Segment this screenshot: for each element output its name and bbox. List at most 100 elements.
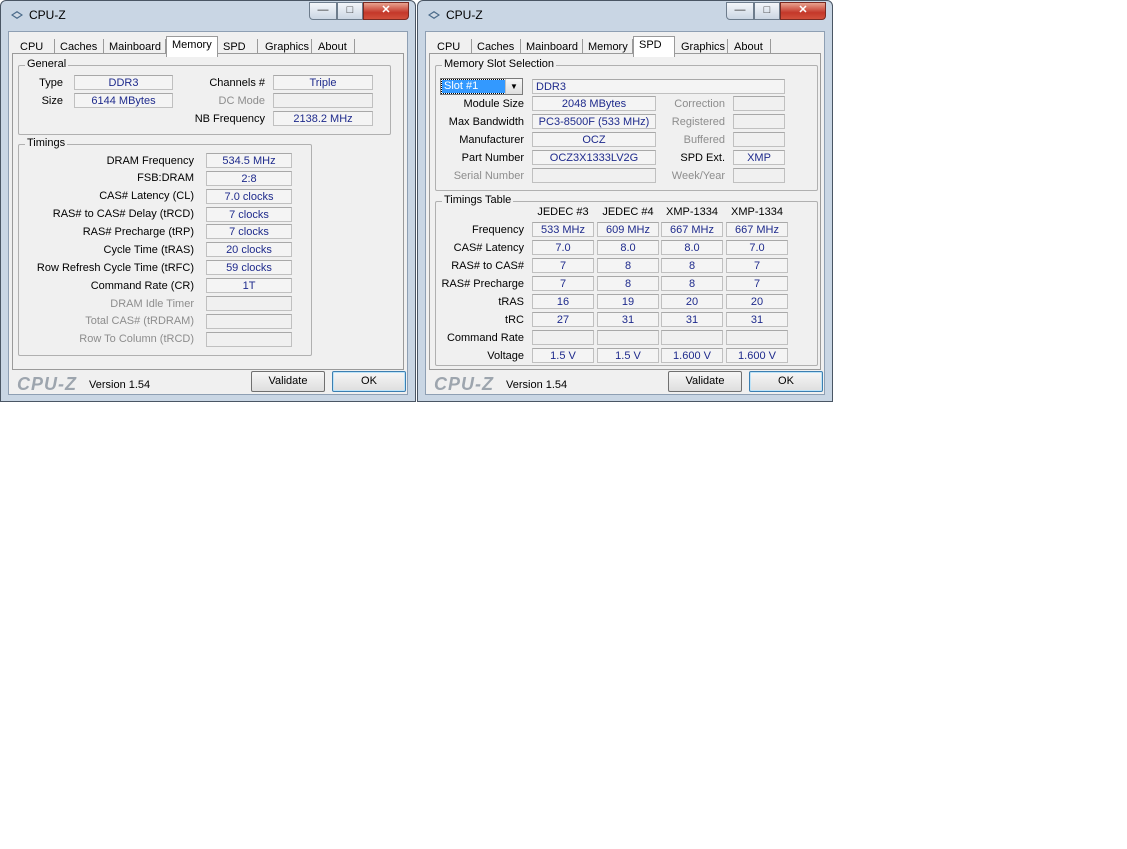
part-number-value: OCZ3X1333LV2G	[532, 150, 656, 165]
week-year-value	[733, 168, 785, 183]
timings-cell: 20	[726, 294, 788, 309]
close-button[interactable]: ✕	[780, 2, 826, 20]
title-bar[interactable]: CPU-Z — □ ✕	[418, 1, 832, 31]
chevron-down-icon[interactable]: ▼	[505, 79, 522, 94]
timing-value: 20 clocks	[206, 242, 292, 257]
cpuz-window-memory: CPU-Z — □ ✕ CPU Caches Mainboard Memory …	[0, 0, 416, 402]
timings-cell: 19	[597, 294, 659, 309]
timing-label: DRAM Idle Timer	[110, 298, 194, 310]
tab-memory[interactable]: Memory	[166, 36, 218, 57]
minimize-icon: —	[317, 4, 329, 16]
timing-value: 1T	[206, 278, 292, 293]
cpuz-brand-logo: CPU-Z	[17, 374, 77, 394]
type-value: DDR3	[74, 75, 173, 90]
memory-slot-group-label: Memory Slot Selection	[442, 58, 557, 70]
timings-row-label: Frequency	[472, 224, 524, 236]
dc-mode-label: DC Mode	[218, 95, 265, 107]
serial-number-value	[532, 168, 656, 183]
timings-group: Timings DRAM Frequency 534.5 MHz FSB:DRA…	[18, 137, 312, 356]
timing-label: Cycle Time (tRAS)	[103, 244, 194, 256]
size-label: Size	[41, 95, 63, 107]
timings-cell: 533 MHz	[532, 222, 594, 237]
timings-cell: 7	[726, 276, 788, 291]
dc-mode-value	[273, 93, 373, 108]
timing-label: Row To Column (tRCD)	[79, 333, 194, 345]
ok-button[interactable]: OK	[332, 371, 406, 392]
size-value: 6144 MBytes	[74, 93, 173, 108]
timings-column-header: XMP-1334	[666, 206, 718, 218]
memory-type-value: DDR3	[532, 79, 785, 94]
module-size-label: Module Size	[463, 98, 524, 110]
timings-cell: 667 MHz	[661, 222, 723, 237]
spd-ext-label: SPD Ext.	[680, 152, 725, 164]
type-label: Type	[39, 77, 63, 89]
title-bar[interactable]: CPU-Z — □ ✕	[1, 1, 415, 31]
timings-cell: 8	[661, 276, 723, 291]
timing-label: RAS# Precharge (tRP)	[82, 226, 194, 238]
validate-button[interactable]: Validate	[251, 371, 325, 392]
timing-label: DRAM Frequency	[106, 155, 194, 167]
timing-value: 59 clocks	[206, 260, 292, 275]
timings-row-label: CAS# Latency	[453, 242, 524, 254]
timings-cell: 31	[661, 312, 723, 327]
timings-column-header: XMP-1334	[731, 206, 783, 218]
registered-value	[733, 114, 785, 129]
channels-value: Triple	[273, 75, 373, 90]
minimize-button[interactable]: —	[726, 2, 754, 20]
timings-cell: 1.5 V	[532, 348, 594, 363]
correction-label: Correction	[674, 98, 725, 110]
module-size-value: 2048 MBytes	[532, 96, 656, 111]
timing-label: CAS# Latency (CL)	[99, 190, 194, 202]
timing-value	[206, 296, 292, 311]
close-button[interactable]: ✕	[363, 2, 409, 20]
buffered-label: Buffered	[683, 134, 725, 146]
timings-cell: 8	[597, 276, 659, 291]
timings-cell: 7.0	[532, 240, 594, 255]
timing-value: 534.5 MHz	[206, 153, 292, 168]
window-title: CPU-Z	[29, 8, 66, 22]
registered-label: Registered	[671, 116, 725, 128]
maximize-icon: □	[763, 4, 771, 16]
timings-cell: 8	[597, 258, 659, 273]
timing-label: Row Refresh Cycle Time (tRFC)	[36, 262, 194, 274]
validate-button[interactable]: Validate	[668, 371, 742, 392]
general-group: General Type DDR3 Size 6144 MBytes Chann…	[18, 58, 391, 135]
timing-value	[206, 332, 292, 347]
spd-page: Memory Slot Selection Slot #1 ▼ DDR3 Mod…	[429, 53, 821, 370]
timing-label: RAS# to CAS# Delay (tRCD)	[52, 208, 194, 220]
timings-cell: 16	[532, 294, 594, 309]
timings-cell: 8.0	[661, 240, 723, 255]
timings-cell: 1.600 V	[661, 348, 723, 363]
timings-cell: 7	[726, 258, 788, 273]
timing-value: 2:8	[206, 171, 292, 186]
maximize-button[interactable]: □	[754, 2, 780, 20]
timings-cell: 1.600 V	[726, 348, 788, 363]
close-icon: ✕	[381, 4, 391, 16]
timings-table-group: Timings Table JEDEC #3 JEDEC #4 XMP-1334 XM…	[435, 194, 818, 366]
timing-value: 7 clocks	[206, 207, 292, 222]
timings-cell: 7	[532, 258, 594, 273]
timings-cell: 609 MHz	[597, 222, 659, 237]
slot-select-value: Slot #1	[441, 79, 506, 94]
timings-cell: 8.0	[597, 240, 659, 255]
tab-spd[interactable]: SPD	[633, 36, 675, 57]
timing-value	[206, 314, 292, 329]
timings-cell: 7.0	[726, 240, 788, 255]
timings-row-label: Voltage	[487, 350, 524, 362]
ok-button[interactable]: OK	[749, 371, 823, 392]
nb-frequency-label: NB Frequency	[194, 113, 265, 125]
timings-cell: 667 MHz	[726, 222, 788, 237]
timing-label: FSB:DRAM	[137, 172, 194, 184]
timings-group-label: Timings	[25, 137, 68, 149]
timings-cell: 27	[532, 312, 594, 327]
client-area: CPU Caches Mainboard Memory SPD Graphics…	[8, 31, 408, 395]
timings-cell: 1.5 V	[597, 348, 659, 363]
maximize-button[interactable]: □	[337, 2, 363, 20]
slot-select[interactable]: Slot #1 ▼	[440, 78, 523, 95]
channels-label: Channels #	[209, 77, 265, 89]
minimize-button[interactable]: —	[309, 2, 337, 20]
timing-label: Total CAS# (tRDRAM)	[85, 315, 194, 327]
version-label: Version 1.54	[506, 379, 568, 391]
timings-row-label: tRAS	[498, 296, 524, 308]
close-icon: ✕	[798, 4, 808, 16]
